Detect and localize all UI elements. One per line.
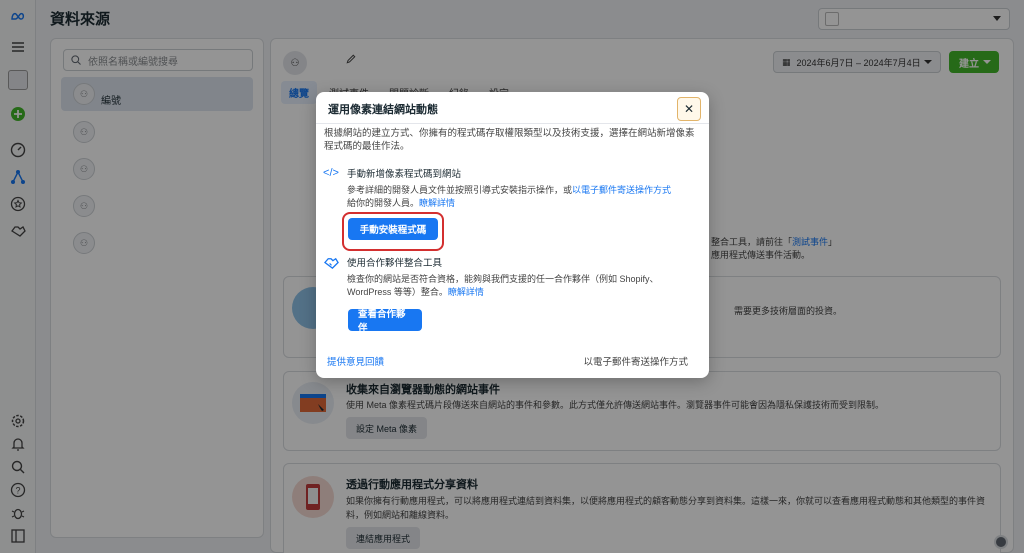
manual-install-text-2: 給你的開發人員。: [347, 197, 420, 208]
manual-install-title: 手動新增像素程式碼到網站: [347, 169, 462, 180]
handshake-icon: [323, 254, 339, 270]
code-icon: </>: [323, 167, 339, 179]
dialog-intro: 根據網站的建立方式、你擁有的程式碼存取權限類型以及技術支援，選擇在網站新增像素程…: [324, 128, 695, 152]
manual-install-description: 參考詳細的開發人員文件並按照引導式安裝指示操作，或以電子郵件寄送操作方式給你的開…: [347, 184, 695, 209]
close-icon: ✕: [683, 102, 695, 116]
email-instructions-button[interactable]: 以電子郵件寄送操作方式: [583, 354, 688, 368]
divider: [316, 123, 709, 124]
connect-website-dialog: 運用像素連結網站動態 ✕ 根據網站的建立方式、你擁有的程式碼存取權限類型以及技術…: [316, 92, 709, 378]
close-button[interactable]: ✕: [677, 97, 701, 121]
feedback-link[interactable]: 提供意見回饋: [327, 354, 384, 368]
learn-more-link[interactable]: 瞭解詳情: [448, 287, 484, 297]
partner-integration-description: 檢查你的網站是否符合資格，能夠與我們支援的任一合作夥伴（例如 Shopify、W…: [347, 273, 695, 298]
manual-install-button[interactable]: 手動安裝程式碼: [348, 218, 438, 240]
partner-integration-title: 使用合作夥伴整合工具: [347, 258, 443, 269]
learn-more-link[interactable]: 瞭解詳情: [419, 198, 455, 208]
view-partners-button[interactable]: 查看合作夥伴: [348, 309, 422, 334]
email-instructions-link[interactable]: 以電子郵件寄送操作方式: [572, 185, 671, 195]
manual-install-text: 參考詳細的開發人員文件並按照引導式安裝指示操作，或: [347, 185, 573, 195]
partner-integration-text: 檢查你的網站是否符合資格，能夠與我們支援的任一合作夥伴（例如 Shopify、W…: [347, 274, 659, 297]
dialog-title: 運用像素連結網站動態: [328, 104, 438, 116]
